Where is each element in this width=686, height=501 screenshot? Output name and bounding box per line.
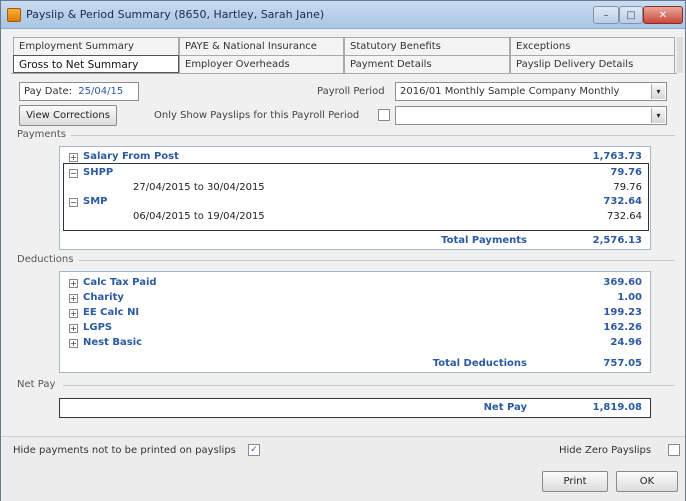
tab-employment-summary[interactable]: Employment Summary <box>13 37 179 55</box>
app-icon <box>7 8 21 22</box>
pay-date-field: Pay Date: 25/04/15 <box>19 82 139 101</box>
tab-exceptions[interactable]: Exceptions <box>510 37 675 55</box>
tab-paye-ni[interactable]: PAYE & National Insurance <box>179 37 344 55</box>
deduction-amount: 199.23 <box>603 307 642 318</box>
tab-scroll-edge <box>677 37 683 73</box>
tab-pane-divider <box>11 73 677 74</box>
tab-row-2: Gross to Net Summary Employer Overheads … <box>13 55 675 73</box>
only-show-checkbox[interactable] <box>378 109 390 121</box>
deductions-divider <box>79 260 675 261</box>
close-button[interactable]: ✕ <box>643 6 683 24</box>
expand-charity-icon[interactable]: + <box>69 294 78 303</box>
hide-payments-label: Hide payments not to be printed on paysl… <box>13 445 236 456</box>
minimize-button[interactable]: – <box>593 6 619 24</box>
shpp-label[interactable]: SHPP <box>83 167 113 178</box>
only-show-label: Only Show Payslips for this Payroll Peri… <box>154 110 360 121</box>
tab-gross-to-net[interactable]: Gross to Net Summary <box>13 55 179 73</box>
tab-payslip-delivery[interactable]: Payslip Delivery Details <box>510 55 675 73</box>
net-pay-label: Net Pay <box>483 402 527 413</box>
total-deductions-amount: 757.05 <box>603 358 642 369</box>
chevron-down-icon[interactable]: ▾ <box>651 84 665 99</box>
payments-divider <box>71 135 675 136</box>
deduction-amount: 1.00 <box>617 292 642 303</box>
shpp-period-amount: 79.76 <box>613 182 642 193</box>
collapse-shpp-icon[interactable]: − <box>69 169 78 178</box>
pay-date-value: 25/04/15 <box>78 86 124 97</box>
ok-button[interactable]: OK <box>616 471 678 492</box>
total-deductions-label: Total Deductions <box>432 358 527 369</box>
deduction-label[interactable]: EE Calc NI <box>83 307 139 318</box>
deduction-amount: 162.26 <box>603 322 642 333</box>
collapse-smp-icon[interactable]: − <box>69 198 78 207</box>
salary-amount: 1,763.73 <box>592 151 642 162</box>
payments-section-label: Payments <box>17 129 66 140</box>
expand-nest-icon[interactable]: + <box>69 339 78 348</box>
expand-lgps-icon[interactable]: + <box>69 324 78 333</box>
total-payments-amount: 2,576.13 <box>592 235 642 246</box>
tab-employer-overheads[interactable]: Employer Overheads <box>179 55 344 73</box>
title-bar: Payslip & Period Summary (8650, Hartley,… <box>1 1 685 29</box>
deduction-label[interactable]: Nest Basic <box>83 337 142 348</box>
deductions-section-label: Deductions <box>17 254 74 265</box>
deduction-label[interactable]: LGPS <box>83 322 112 333</box>
deduction-label[interactable]: Calc Tax Paid <box>83 277 157 288</box>
payroll-period-label: Payroll Period <box>317 86 385 97</box>
tab-payment-details[interactable]: Payment Details <box>344 55 510 73</box>
chevron-down-icon[interactable]: ▾ <box>651 108 665 123</box>
pay-date-label: Pay Date: <box>24 86 73 97</box>
deduction-amount: 24.96 <box>610 337 642 348</box>
hide-payments-checkbox[interactable]: ✓ <box>248 444 260 456</box>
tab-statutory-benefits[interactable]: Statutory Benefits <box>344 37 510 55</box>
expand-calc-tax-icon[interactable]: + <box>69 279 78 288</box>
hide-zero-checkbox[interactable] <box>668 444 680 456</box>
print-button[interactable]: Print <box>542 471 608 492</box>
shpp-amount: 79.76 <box>610 167 642 178</box>
tab-row-1: Employment Summary PAYE & National Insur… <box>13 37 675 55</box>
payroll-period-value: 2016/01 Monthly Sample Company Monthly <box>400 86 620 97</box>
smp-period: 06/04/2015 to 19/04/2015 <box>133 211 265 222</box>
smp-period-amount: 732.64 <box>607 211 642 222</box>
smp-amount: 732.64 <box>603 196 642 207</box>
salary-label[interactable]: Salary From Post <box>83 151 179 162</box>
payslip-window: Payslip & Period Summary (8650, Hartley,… <box>0 0 686 501</box>
deduction-amount: 369.60 <box>603 277 642 288</box>
net-pay-section-label: Net Pay <box>17 379 56 390</box>
view-corrections-button[interactable]: View Corrections <box>19 105 117 126</box>
hide-zero-label: Hide Zero Payslips <box>559 445 652 456</box>
net-pay-amount: 1,819.08 <box>592 402 642 413</box>
expand-ee-ni-icon[interactable]: + <box>69 309 78 318</box>
shpp-period: 27/04/2015 to 30/04/2015 <box>133 182 265 193</box>
net-pay-divider <box>63 385 675 386</box>
window-title: Payslip & Period Summary (8650, Hartley,… <box>26 8 325 21</box>
deduction-label[interactable]: Charity <box>83 292 124 303</box>
expand-salary-icon[interactable]: + <box>69 153 78 162</box>
maximize-button[interactable]: □ <box>619 6 643 24</box>
payroll-period-select[interactable]: 2016/01 Monthly Sample Company Monthly ▾ <box>395 82 667 101</box>
total-payments-label: Total Payments <box>441 235 527 246</box>
only-show-select[interactable]: ▾ <box>395 106 667 125</box>
smp-label[interactable]: SMP <box>83 196 107 207</box>
